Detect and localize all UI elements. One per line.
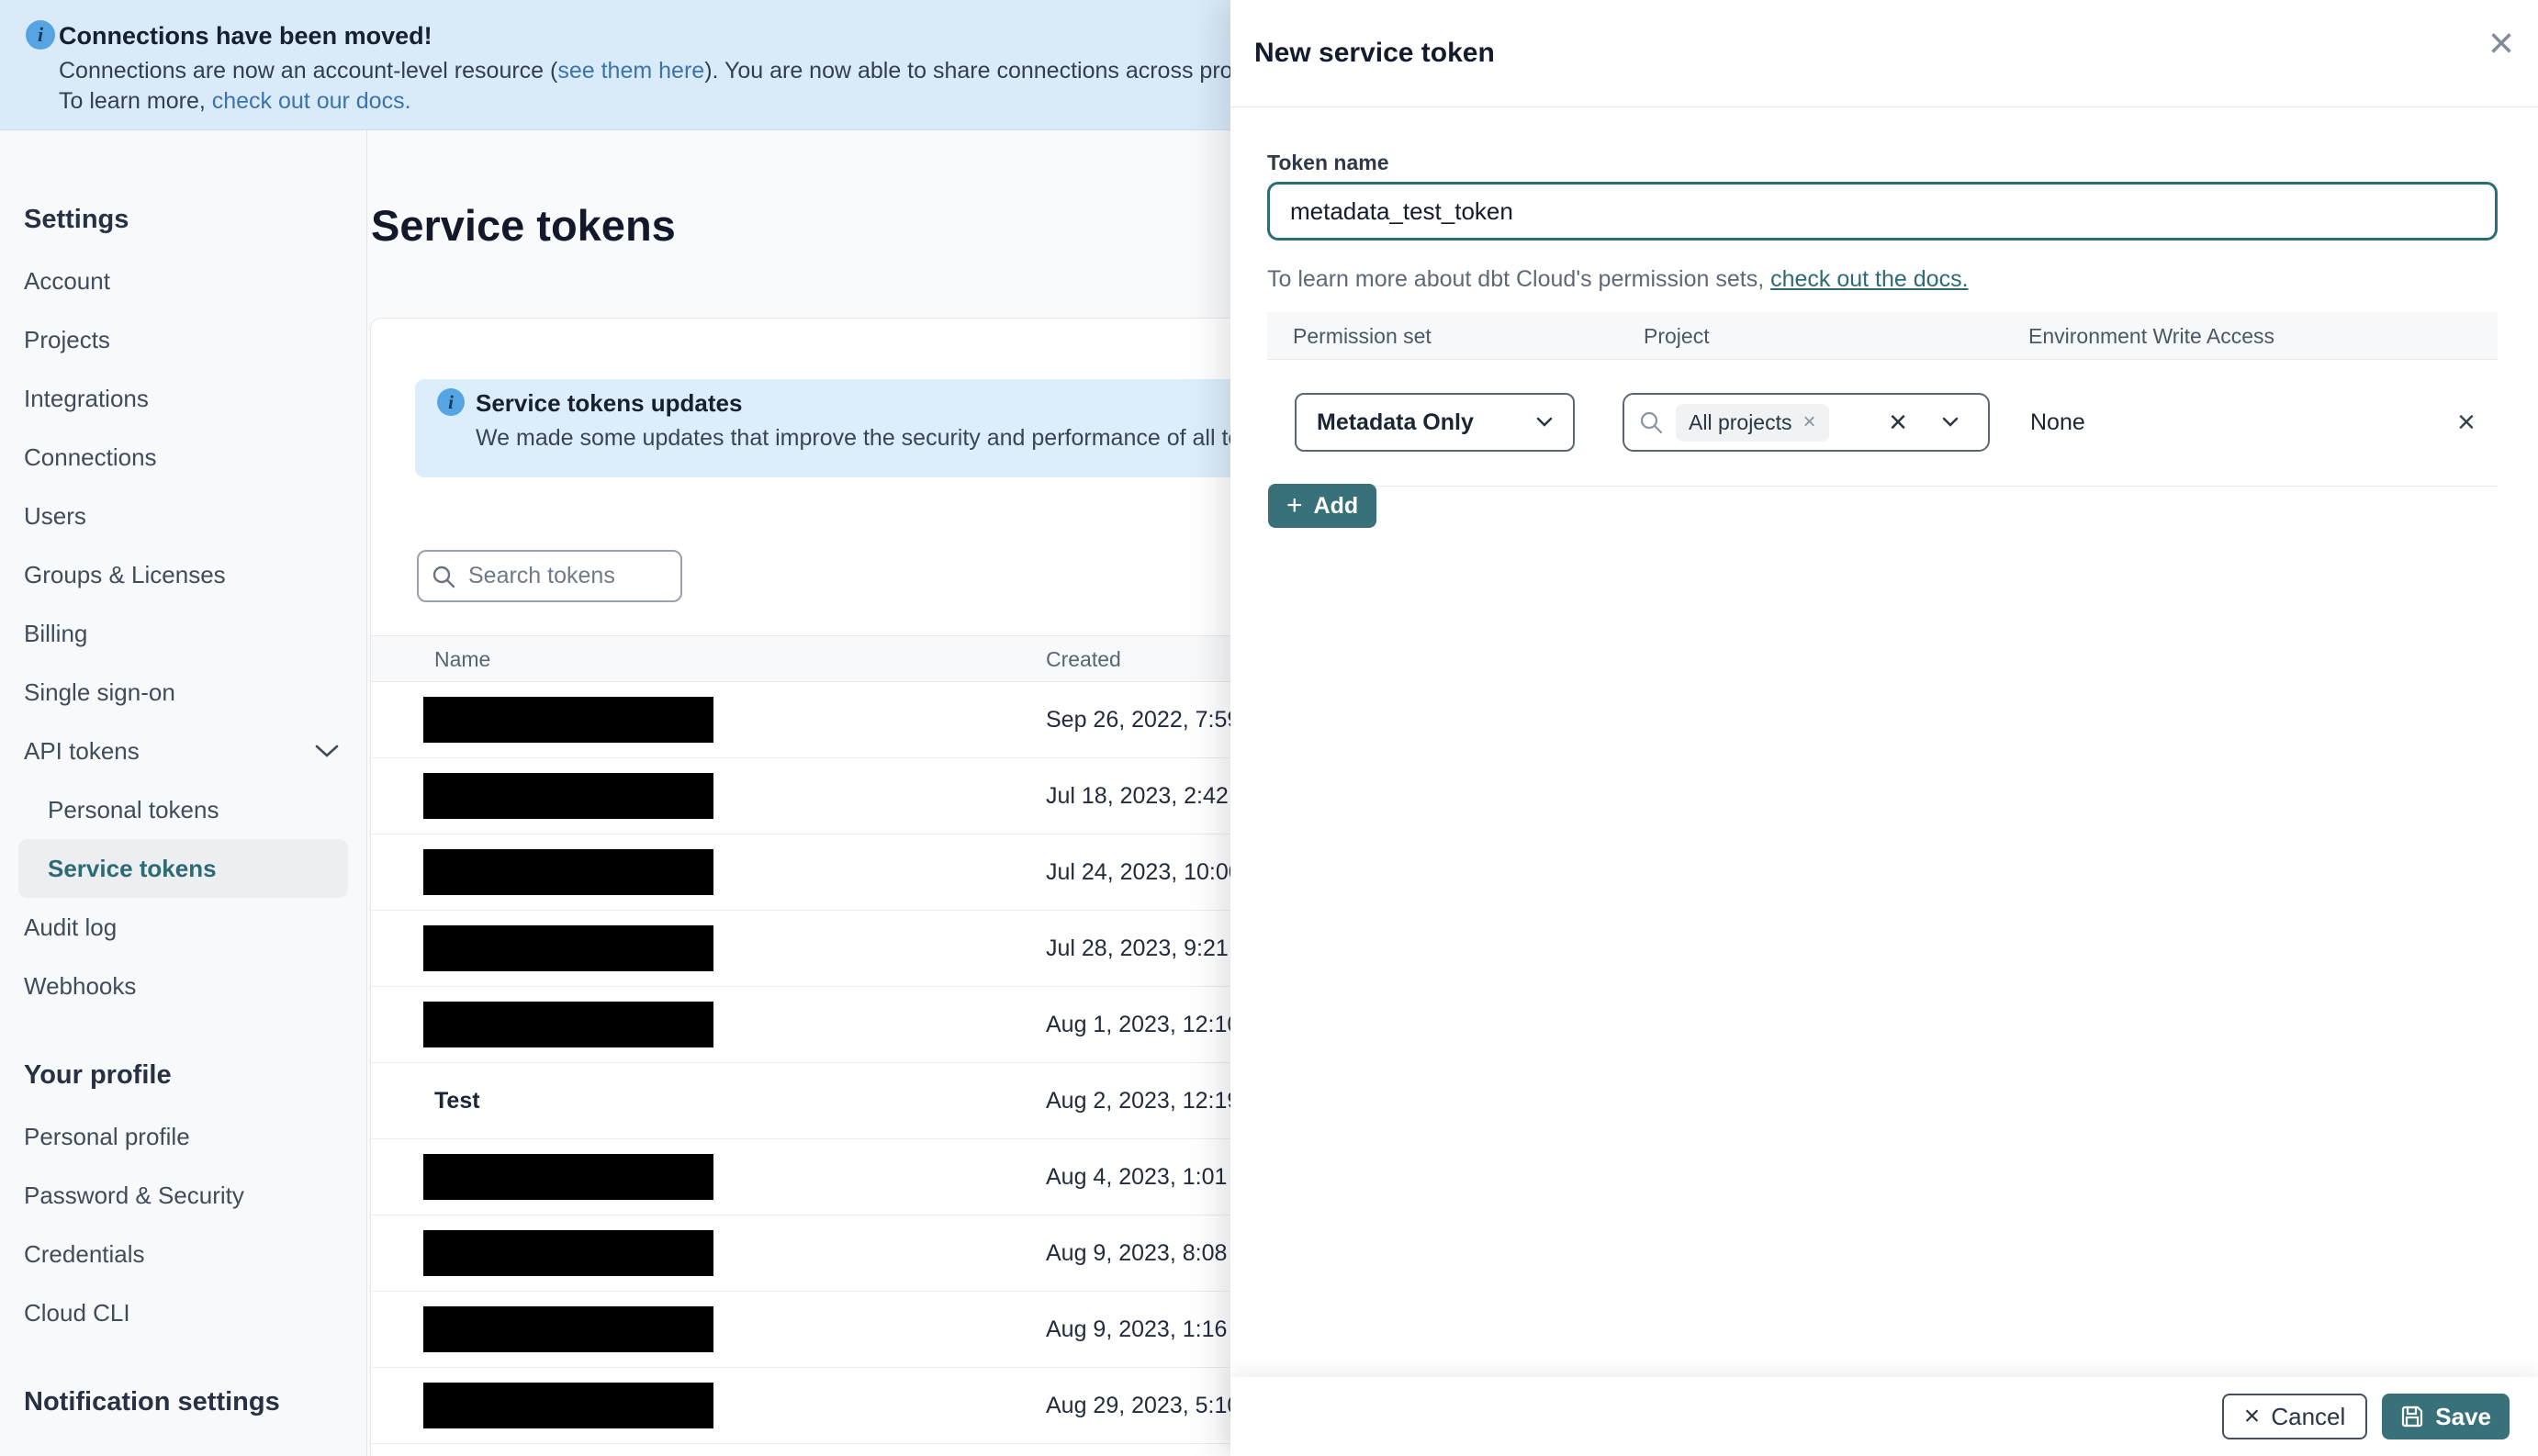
sidebar-item-audit-log[interactable]: Audit log [0,898,366,957]
table-row[interactable]: Sep 26, 2022, 7:59 AM P [371,682,1303,758]
permissions-table-header: Permission set Project Environment Write… [1267,312,2498,360]
sidebar-item-password-security[interactable]: Password & Security [0,1166,366,1225]
sidebar-item-users[interactable]: Users [0,487,366,545]
sidebar-heading-settings: Settings [24,204,129,234]
plus-icon: + [1286,490,1303,521]
sidebar-item-webhooks[interactable]: Webhooks [0,957,366,1015]
project-chip-label: All projects [1689,409,1792,434]
column-header-env-write-access: Environment Write Access [2028,323,2275,348]
drawer-footer: × Cancel Save [1230,1377,2538,1456]
column-header-created: Created [1046,647,1121,671]
redacted-name [423,1383,713,1428]
search-tokens-input[interactable] [466,562,668,590]
search-tokens-box[interactable] [417,550,682,602]
cancel-button[interactable]: × Cancel [2221,1394,2368,1439]
table-row[interactable]: Jul 28, 2023, 9:21 AM P [371,911,1303,987]
drawer-body: Token name To learn more about dbt Cloud… [1230,107,2538,1377]
notice-title: Service tokens updates [476,389,743,417]
sidebar-item-connections[interactable]: Connections [0,428,366,487]
see-them-here-link[interactable]: see them here [557,58,704,84]
column-header-permission-set: Permission set [1293,323,1432,348]
redacted-name [423,1306,713,1352]
tokens-table-body: Sep 26, 2022, 7:59 AM P Jul 18, 2023, 2:… [371,682,1303,1456]
table-row[interactable]: Test Aug 2, 2023, 12:19 PM P [371,1063,1303,1139]
sidebar-item-billing[interactable]: Billing [0,604,366,663]
redacted-name [423,773,713,819]
drawer-header: New service token × [1230,0,2538,107]
redacted-name [423,697,713,743]
redacted-name [423,925,713,971]
chevron-down-icon [315,744,339,758]
sidebar-item-personal-tokens[interactable]: Personal tokens [0,780,366,839]
permission-docs-line: To learn more about dbt Cloud's permissi… [1267,266,1969,292]
sidebar-item-integrations[interactable]: Integrations [0,369,366,428]
sidebar-item-credentials[interactable]: Credentials [0,1225,366,1283]
sidebar-item-cloud-cli[interactable]: Cloud CLI [0,1283,366,1342]
table-row[interactable]: Jul 24, 2023, 10:00 AM [371,834,1303,911]
table-row[interactable]: Aug 9, 2023, 1:16 PM P [371,1292,1303,1368]
clear-selection-icon[interactable]: × [1889,407,1907,438]
permission-set-value: Metadata Only [1317,409,1474,435]
remove-row-icon[interactable]: × [2457,393,2476,452]
project-multiselect[interactable]: All projects × × [1623,393,1990,452]
sidebar-item-projects[interactable]: Projects [0,310,366,369]
new-service-token-drawer: New service token × Token name To learn … [1230,0,2538,1456]
banner-title: Connections have been moved! [59,22,432,50]
token-name-cell: Test [434,1088,480,1114]
redacted-name [423,1230,713,1276]
chip-remove-icon[interactable]: × [1802,411,1815,433]
chevron-down-icon[interactable] [1942,417,1959,428]
sidebar-heading-your-profile: Your profile [24,1059,172,1090]
sidebar-item-account[interactable]: Account [0,252,366,310]
sidebar-item-single-sign-on[interactable]: Single sign-on [0,663,366,722]
token-name-input[interactable] [1267,182,2498,241]
page-title: Service tokens [371,201,676,250]
drawer-title: New service token [1254,38,1495,68]
sidebar-item-personal-profile[interactable]: Personal profile [0,1107,366,1166]
project-chip[interactable]: All projects × [1676,403,1829,442]
info-icon: i [26,20,55,50]
service-tokens-card: i Service tokens updates We made some up… [370,318,1304,1456]
banner-body-prefix: Connections are now an account-level res… [59,58,558,84]
token-name-label: Token name [1267,151,1389,174]
close-icon[interactable]: × [2488,22,2514,66]
save-button[interactable]: Save [2382,1394,2510,1439]
sidebar-item-api-tokens[interactable]: API tokens [0,722,366,780]
info-icon: i [437,388,465,416]
banner-footer: To learn more, check out our docs. [59,88,411,115]
save-icon [2400,1405,2424,1428]
sidebar-item-groups-licenses[interactable]: Groups & Licenses [0,545,366,604]
check-docs-link[interactable]: check out our docs. [212,88,411,114]
check-out-docs-link[interactable]: check out the docs. [1770,266,1968,292]
table-row[interactable]: Jul 18, 2023, 2:42 PM P [371,758,1303,834]
column-header-name: Name [434,647,491,671]
redacted-name [423,1002,713,1047]
add-button[interactable]: + Add [1268,484,1377,528]
column-header-project: Project [1644,323,1710,348]
table-row[interactable]: Aug 29, 2023, 5:10 AM P [371,1368,1303,1444]
env-write-access-value: None [2030,409,2085,435]
close-icon: × [2243,1401,2261,1431]
search-icon [432,565,455,588]
sidebar-item-service-tokens[interactable]: Service tokens [18,839,348,898]
permission-set-select[interactable]: Metadata Only [1295,393,1575,452]
permission-row: Metadata Only All projects × × None × [1267,360,2498,487]
table-row[interactable]: Aug 4, 2023, 1:01 PM P [371,1139,1303,1215]
service-tokens-updates-notice: i Service tokens updates We made some up… [415,379,1303,477]
banner-footer-prefix: To learn more, [59,88,212,114]
redacted-name [423,1154,713,1200]
redacted-name [423,849,713,895]
tokens-table-header: Name Created [371,635,1303,682]
table-row[interactable]: Aug 9, 2023, 8:08 AM P [371,1215,1303,1292]
table-row[interactable]: Aug 1, 2023, 12:10 PM P [371,987,1303,1063]
chevron-down-icon [1536,417,1553,428]
sidebar-heading-notification-settings: Notification settings [24,1386,280,1417]
settings-sidebar: Settings Account Projects Integrations C… [0,130,367,1456]
notice-body: We made some updates that improve the se… [476,425,1299,451]
search-icon [1639,410,1663,434]
